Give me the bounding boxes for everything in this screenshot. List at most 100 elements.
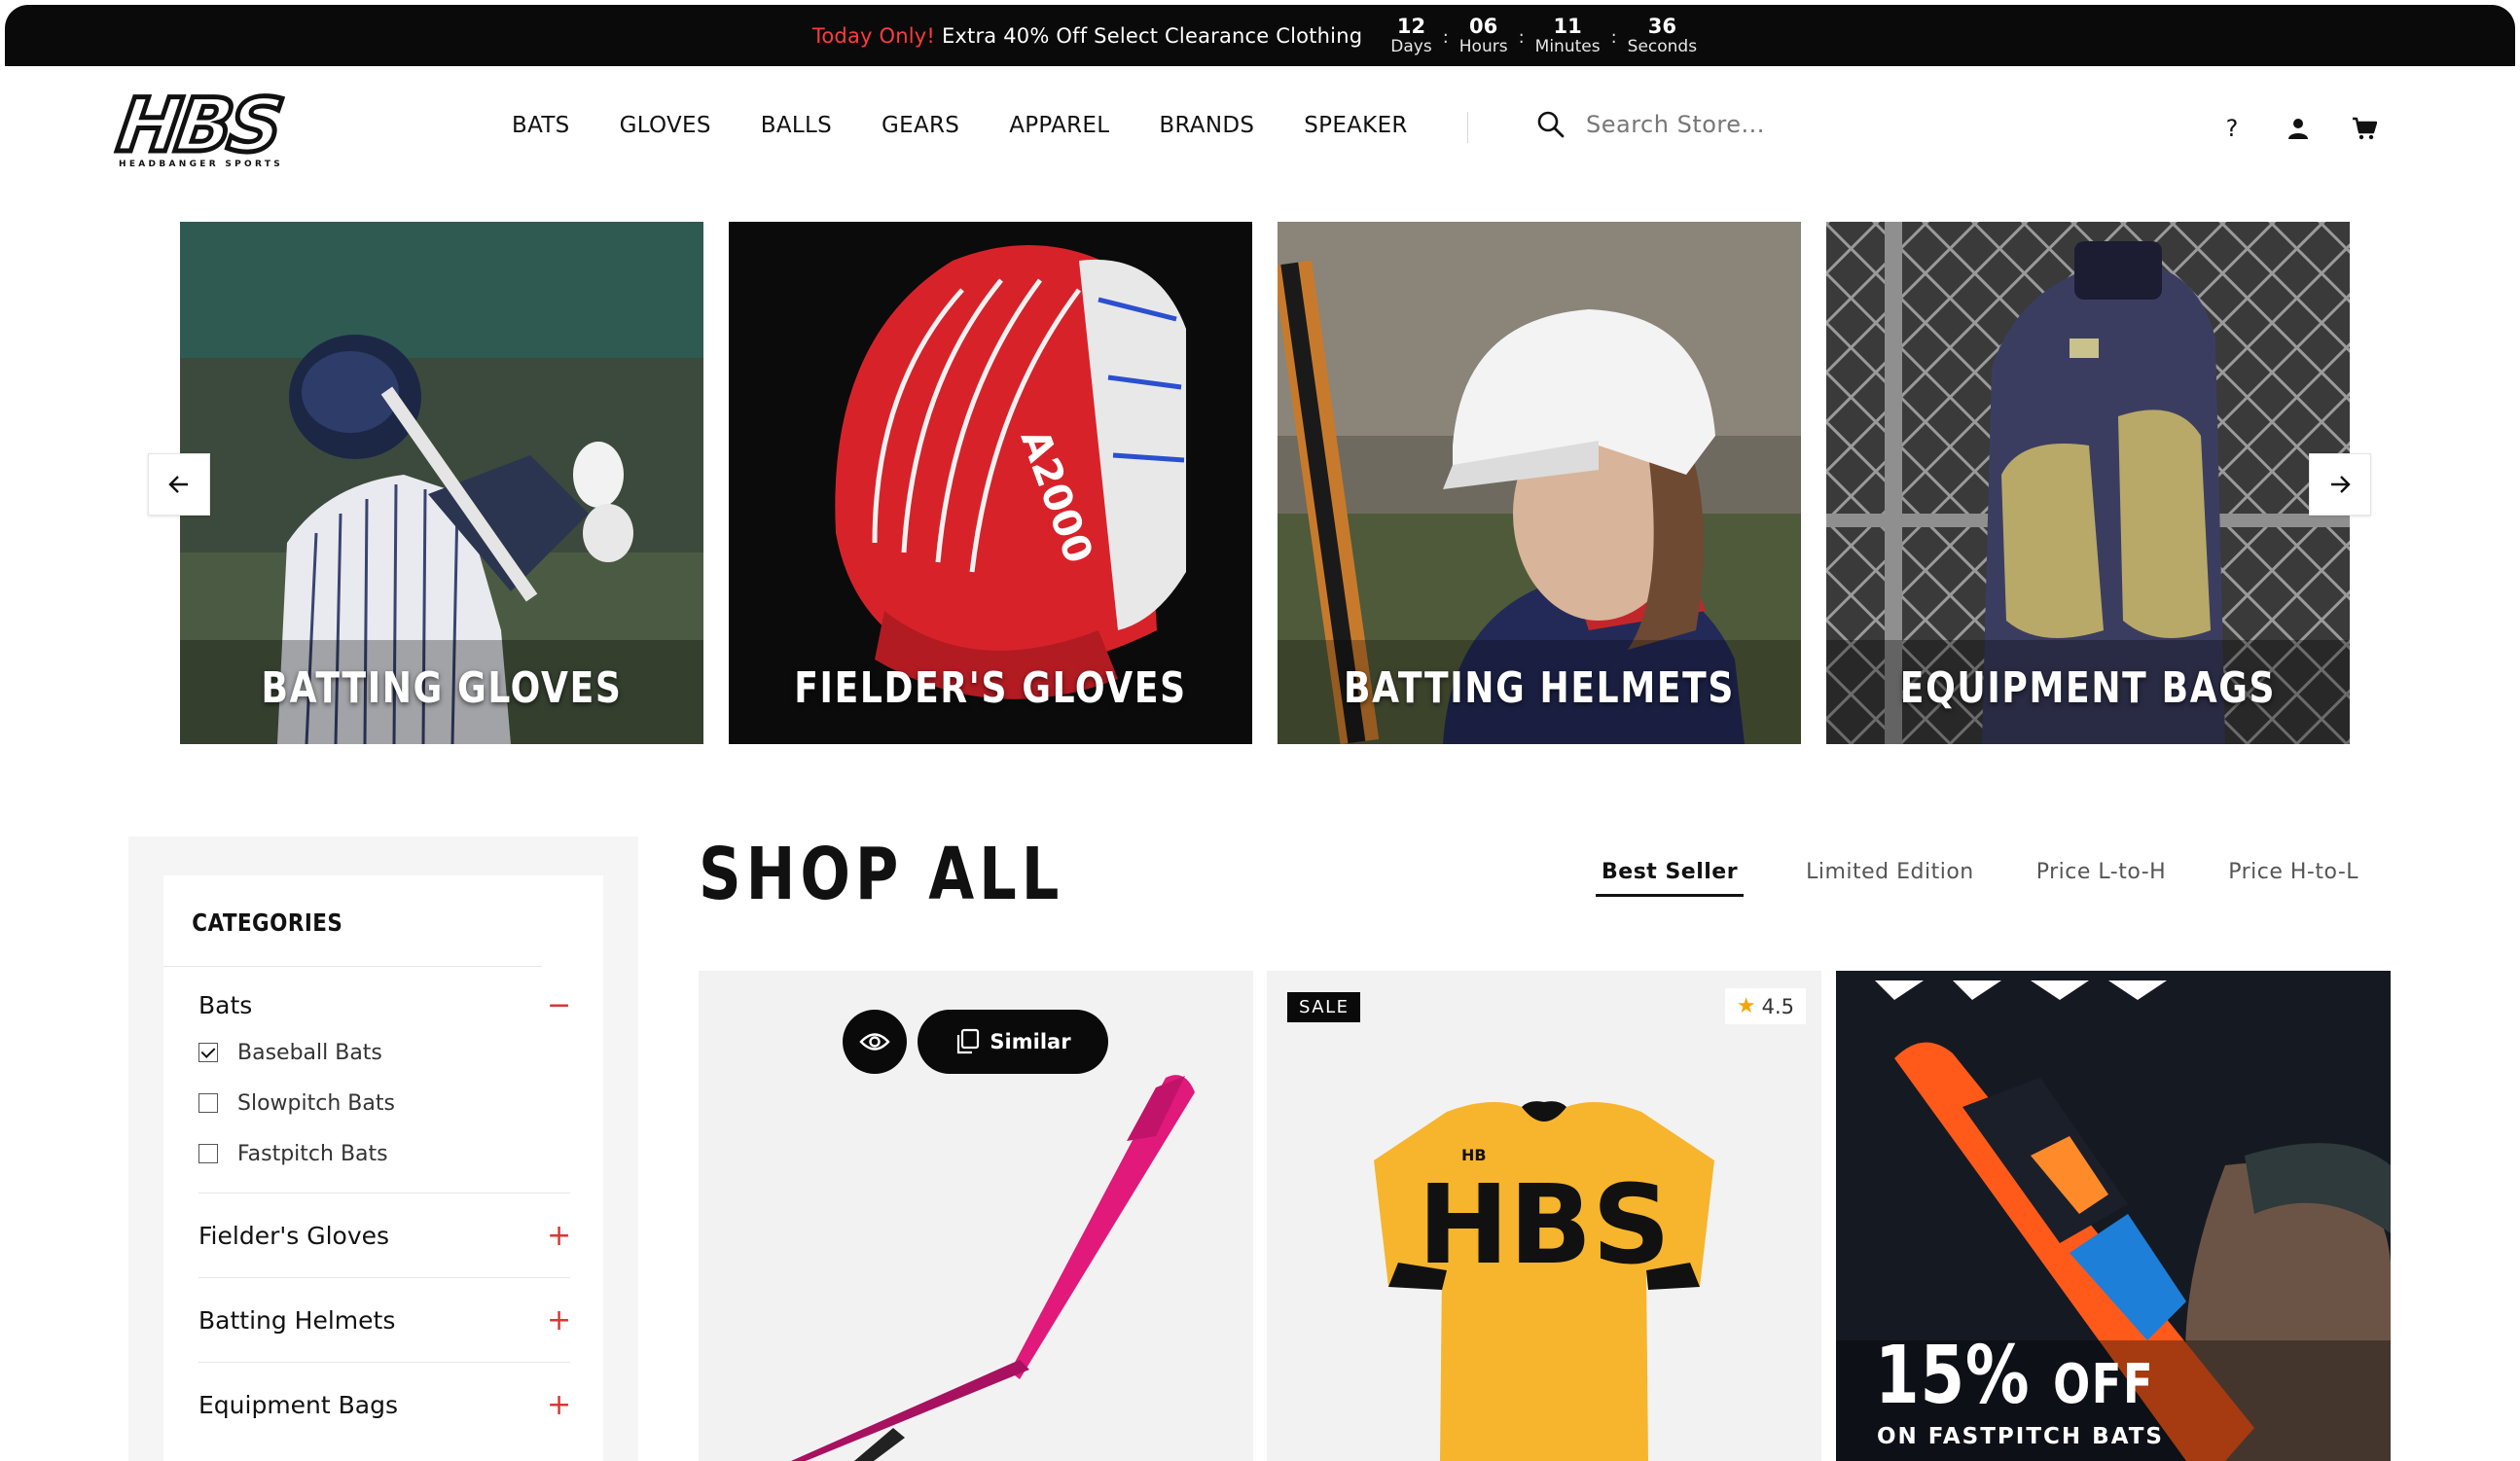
- countdown-seconds: 36 Seconds: [1628, 16, 1697, 56]
- countdown-days-label: Days: [1390, 36, 1432, 56]
- product-card-jersey[interactable]: HBS HB SALE ★ 4.5: [1267, 971, 1821, 1461]
- countdown-hours-value: 06: [1469, 14, 1498, 38]
- nav-balls[interactable]: BALLS: [761, 113, 832, 138]
- expand-icon[interactable]: +: [547, 1303, 571, 1337]
- promo-highlight: Today Only!: [811, 23, 936, 48]
- arrow-left-icon: [168, 476, 188, 493]
- filter-fastpitch-bats[interactable]: Fastpitch Bats: [198, 1128, 570, 1179]
- checkbox-unchecked[interactable]: [198, 1093, 218, 1113]
- category-group-fielders-gloves: Fielder's Gloves +: [198, 1194, 571, 1278]
- nav-gloves[interactable]: GLOVES: [620, 113, 711, 138]
- countdown-days: 12 Days: [1390, 16, 1431, 56]
- star-icon: ★: [1736, 994, 1756, 1018]
- quick-view-button[interactable]: [843, 1010, 907, 1074]
- expand-icon[interactable]: +: [547, 1219, 571, 1253]
- category-toggle-bats[interactable]: Bats −: [198, 967, 571, 1027]
- collapse-icon[interactable]: −: [547, 988, 571, 1022]
- shop-all-title: SHOP ALL: [699, 833, 1064, 916]
- search-input[interactable]: [1586, 111, 2072, 138]
- category-toggle-batting-helmets[interactable]: Batting Helmets +: [198, 1278, 571, 1362]
- category-group-equipment-bags: Equipment Bags +: [198, 1363, 571, 1446]
- rating-badge: ★ 4.5: [1724, 988, 1806, 1024]
- cart-icon[interactable]: [2347, 111, 2382, 146]
- product-card-bat[interactable]: Similar: [699, 971, 1253, 1461]
- countdown-minutes-label: Minutes: [1534, 36, 1601, 56]
- sale-badge: SALE: [1287, 992, 1361, 1022]
- nav-bats[interactable]: BATS: [512, 113, 570, 138]
- countdown-separator: :: [1442, 27, 1449, 48]
- countdown-minutes: 11 Minutes: [1535, 16, 1601, 56]
- promo-headline: 15% OFF: [1875, 1336, 2154, 1425]
- countdown-timer: 12 Days : 06 Hours : 11 Minutes : 36 Sec…: [1380, 16, 1708, 56]
- user-icon[interactable]: [2281, 111, 2316, 146]
- rating-value: 4.5: [1761, 994, 1794, 1018]
- category-tile-batting-helmets[interactable]: BATTING HELMETS: [1278, 222, 1801, 744]
- promo-message: Extra 40% Off Select Clearance Clothing: [941, 23, 1363, 48]
- svg-text:HB: HB: [1461, 1146, 1487, 1164]
- brand-logo[interactable]: HBS HEADBANGER SPORTS: [110, 80, 307, 171]
- subcategory-list: Baseball Bats Slowpitch Bats Fastpitch B…: [198, 1027, 570, 1193]
- nav-apparel[interactable]: APPAREL: [1009, 113, 1109, 138]
- category-label: Equipment Bags: [198, 1390, 399, 1419]
- filter-label: Baseball Bats: [237, 1040, 382, 1065]
- nav-brands[interactable]: BRANDS: [1159, 113, 1254, 138]
- sort-tabs: Best Seller Limited Edition Price L-to-H…: [1596, 860, 2421, 897]
- product-image-jersey: HBS HB: [1267, 971, 1821, 1461]
- search-icon[interactable]: [1535, 109, 1566, 140]
- category-tile-fielders-gloves[interactable]: A2000 FIELDER'S GLOVES: [729, 222, 1252, 744]
- promo-off: OFF: [2053, 1353, 2155, 1416]
- sort-price-low-high[interactable]: Price L-to-H: [2036, 860, 2166, 897]
- countdown-separator: :: [1610, 27, 1617, 48]
- categories-panel: CATEGORIES Bats − Baseball Bats Slowpitc…: [163, 875, 603, 1461]
- promo-card-fastpitch[interactable]: 15% OFF ON FASTPITCH BATS: [1836, 971, 2391, 1461]
- category-label: Fielder's Gloves: [198, 1221, 390, 1250]
- sort-limited-edition[interactable]: Limited Edition: [1806, 860, 1974, 897]
- category-group-batting-helmets: Batting Helmets +: [198, 1278, 571, 1363]
- main-nav: BATS GLOVES BALLS GEARS APPAREL BRANDS S…: [512, 113, 1458, 138]
- tile-label: FIELDER'S GLOVES: [794, 663, 1187, 713]
- nav-gears[interactable]: GEARS: [882, 113, 959, 138]
- search-bar: [1535, 109, 2072, 140]
- promo-text[interactable]: Today Only! Extra 40% Off Select Clearan…: [812, 24, 1362, 48]
- sort-best-seller[interactable]: Best Seller: [1596, 860, 1745, 897]
- logo-mark: HBS: [110, 80, 287, 171]
- expand-icon[interactable]: +: [547, 1388, 571, 1422]
- tile-label: EQUIPMENT BAGS: [1899, 663, 2277, 713]
- copy-icon: [957, 1028, 980, 1054]
- countdown-hours: 06 Hours: [1459, 16, 1508, 56]
- filter-slowpitch-bats[interactable]: Slowpitch Bats: [198, 1078, 570, 1128]
- similar-button[interactable]: Similar: [918, 1010, 1108, 1074]
- filter-baseball-bats[interactable]: Baseball Bats: [198, 1027, 570, 1078]
- category-label: Batting Helmets: [198, 1305, 396, 1335]
- filter-sidebar: CATEGORIES Bats − Baseball Bats Slowpitc…: [128, 837, 638, 1461]
- tile-label: BATTING HELMETS: [1343, 663, 1736, 713]
- filter-label: Fastpitch Bats: [237, 1141, 388, 1166]
- countdown-seconds-label: Seconds: [1627, 36, 1698, 56]
- checkbox-unchecked[interactable]: [198, 1144, 218, 1163]
- nav-speaker[interactable]: SPEAKER: [1304, 113, 1407, 138]
- sort-price-high-low[interactable]: Price H-to-L: [2228, 860, 2358, 897]
- promo-subtitle: ON FASTPITCH BATS: [1877, 1424, 2164, 1449]
- category-tile-equipment-bags[interactable]: EQUIPMENT BAGS: [1826, 222, 2350, 744]
- eye-icon: [859, 1033, 890, 1051]
- similar-label: Similar: [990, 1030, 1071, 1053]
- category-carousel: BATTING GLOVES A2000 FIELDER'S GLOVES BA…: [0, 222, 2520, 747]
- countdown-days-value: 12: [1396, 14, 1426, 38]
- checkbox-checked[interactable]: [198, 1043, 218, 1062]
- tile-label: BATTING GLOVES: [261, 663, 623, 713]
- arrow-right-icon: [2331, 476, 2351, 493]
- svg-text:HBS: HBS: [1418, 1162, 1671, 1289]
- header-actions: ?: [2214, 111, 2413, 146]
- categories-title: CATEGORIES: [163, 875, 542, 967]
- question-icon[interactable]: ?: [2214, 111, 2250, 146]
- category-toggle-fielders-gloves[interactable]: Fielder's Gloves +: [198, 1194, 571, 1277]
- category-label: Bats: [198, 990, 253, 1019]
- carousel-prev-button[interactable]: [148, 453, 210, 516]
- filter-label: Slowpitch Bats: [237, 1090, 395, 1116]
- site-header: HBS HEADBANGER SPORTS BATS GLOVES BALLS …: [0, 66, 2520, 193]
- announcement-bar: Today Only! Extra 40% Off Select Clearan…: [5, 5, 2515, 66]
- category-tile-batting-gloves[interactable]: BATTING GLOVES: [180, 222, 703, 744]
- carousel-next-button[interactable]: [2309, 453, 2371, 516]
- category-toggle-equipment-bags[interactable]: Equipment Bags +: [198, 1363, 571, 1446]
- category-group-bats: Bats − Baseball Bats Slowpitch Bats Fast…: [198, 967, 571, 1194]
